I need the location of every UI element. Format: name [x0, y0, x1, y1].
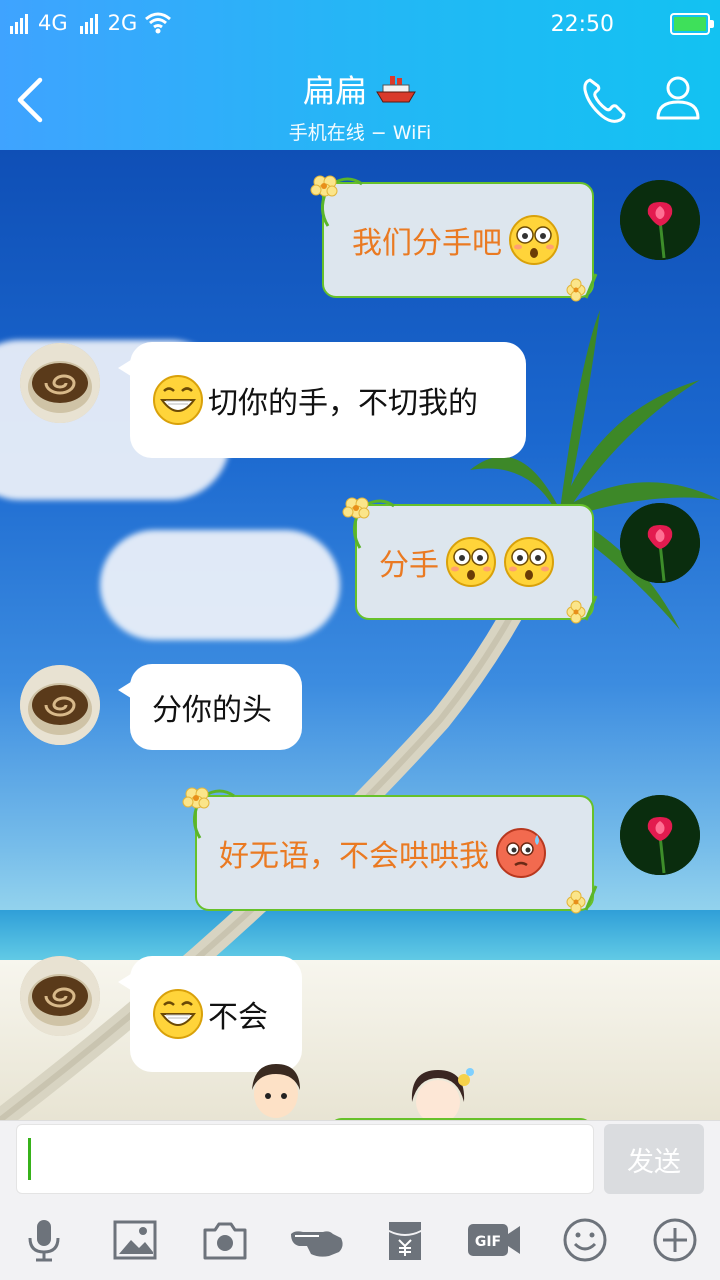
plus-icon[interactable]: [651, 1216, 699, 1264]
shocked-face-emoji: [509, 215, 559, 265]
grin-face-emoji: [153, 989, 203, 1039]
my-avatar[interactable]: [620, 180, 700, 260]
message-text: 我们分手吧: [352, 226, 502, 261]
svg-text:GIF: GIF: [475, 1234, 501, 1250]
text-caret: [28, 1138, 31, 1180]
grin-face-emoji: [153, 375, 203, 425]
image-icon[interactable]: [111, 1216, 159, 1264]
clock: 22:50: [550, 12, 614, 37]
flower-decoration-icon: [182, 787, 235, 839]
camera-icon[interactable]: [201, 1216, 249, 1264]
status-bar: 4G 2G 22:50: [0, 0, 720, 52]
send-button[interactable]: 发送: [604, 1124, 704, 1194]
contact-name-text: 扁扁: [302, 72, 367, 110]
message-text: 不会: [208, 1000, 268, 1035]
bottom-toolbar: GIF: [0, 1200, 720, 1280]
sent-message-bubble[interactable]: 好无语，不会哄哄我: [195, 795, 594, 911]
red-packet-icon[interactable]: [381, 1216, 429, 1264]
gif-icon[interactable]: GIF: [466, 1216, 524, 1264]
emoji-icon[interactable]: [561, 1216, 609, 1264]
my-avatar[interactable]: [620, 795, 700, 875]
cartoon-boy-sticker: [252, 1064, 300, 1118]
input-bar: 发送: [0, 1120, 720, 1200]
shocked-face-emoji: [504, 537, 554, 587]
shocked-face-emoji: [446, 537, 496, 587]
poke-icon[interactable]: [289, 1216, 345, 1264]
contact-avatar[interactable]: [20, 956, 100, 1036]
flower-decoration-icon: [310, 175, 363, 227]
message-input[interactable]: [16, 1124, 594, 1194]
cartoon-girl-sticker: [411, 1068, 474, 1120]
network-type-1: 4G: [38, 11, 68, 35]
contact-name[interactable]: 扁扁: [303, 66, 417, 112]
mic-icon[interactable]: [20, 1216, 68, 1264]
wifi-icon: [145, 12, 172, 34]
my-avatar[interactable]: [620, 503, 700, 583]
ship-icon: [376, 76, 416, 103]
signal-icon: [10, 12, 28, 34]
profile-button[interactable]: [650, 72, 706, 124]
top-bar: 4G 2G 22:50 扁扁 手机在线 − WiFi: [0, 0, 720, 150]
signal-icon-2: [79, 12, 98, 34]
flower-decoration-icon: [566, 273, 598, 302]
flower-decoration-icon: [566, 885, 598, 914]
embarrassed-face-emoji: [496, 828, 546, 878]
flower-decoration-icon: [342, 497, 395, 549]
phone-button[interactable]: [578, 74, 634, 126]
received-message-bubble[interactable]: 不会: [118, 956, 302, 1072]
received-message-bubble[interactable]: 切你的手，不切我的: [118, 342, 526, 458]
message-text: 好无语，不会哄哄我: [219, 839, 489, 874]
received-message-bubble[interactable]: 分你的头: [118, 664, 302, 750]
chat-area[interactable]: 我们分手吧 切你的手，不切我的 分手 分你的头 好无语，不会哄哄我 不会: [0, 150, 720, 1120]
message-text: 分你的头: [152, 693, 272, 728]
battery-icon: [670, 13, 714, 35]
contact-avatar[interactable]: [20, 343, 100, 423]
contact-avatar[interactable]: [20, 665, 100, 745]
message-text: 切你的手，不切我的: [208, 386, 478, 421]
status-left: 4G 2G: [10, 10, 173, 36]
network-type-2: 2G: [107, 11, 138, 35]
flower-decoration-icon: [566, 595, 598, 624]
